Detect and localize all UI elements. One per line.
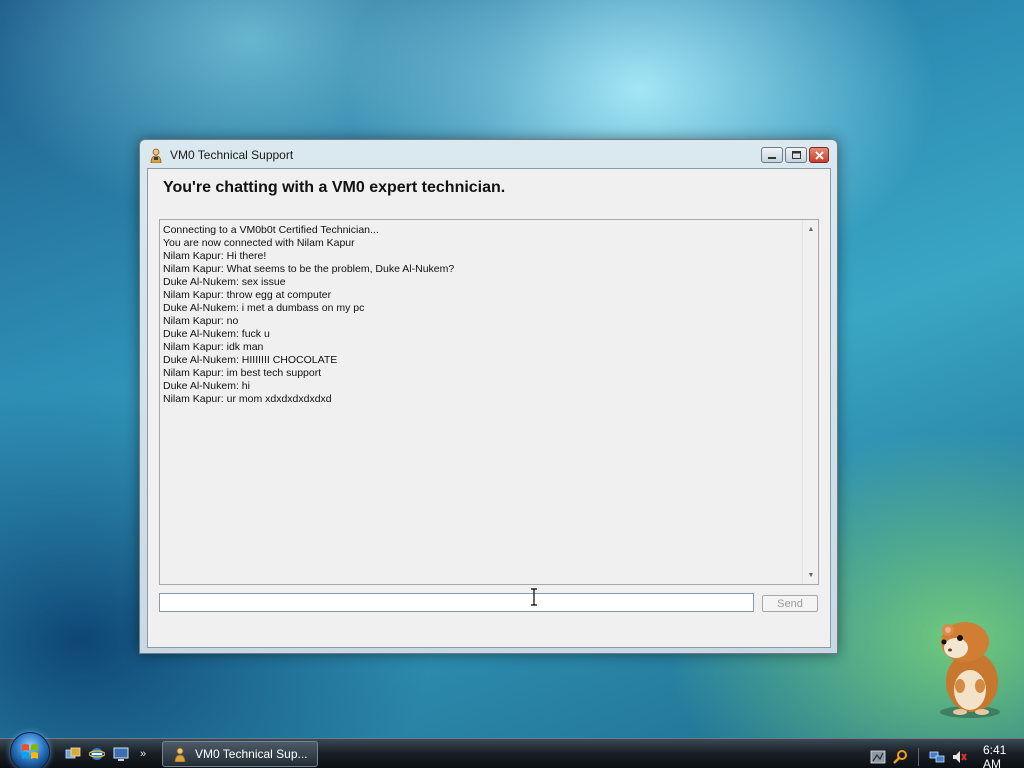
chat-message: Nilam Kapur: What seems to be the proble… bbox=[163, 263, 455, 275]
chat-log[interactable]: Connecting to a VM0b0t Certified Technic… bbox=[159, 219, 819, 585]
volume-muted-icon[interactable] bbox=[951, 749, 967, 765]
close-button[interactable] bbox=[809, 147, 829, 163]
chat-message: Duke Al-Nukem: i met a dumbass on my pc bbox=[163, 302, 365, 314]
chat-message: Nilam Kapur: throw egg at computer bbox=[163, 289, 332, 301]
scroll-down-arrow-icon[interactable]: ▼ bbox=[803, 568, 819, 582]
technician-icon bbox=[171, 745, 189, 763]
chat-message: Duke Al-Nukem: fuck u bbox=[163, 328, 270, 340]
maximize-button[interactable] bbox=[785, 147, 807, 163]
technician-icon bbox=[148, 147, 164, 163]
text-cursor-icon bbox=[531, 588, 537, 606]
send-button[interactable]: Send bbox=[762, 595, 818, 612]
maximize-icon bbox=[791, 151, 801, 159]
taskbar: » VM0 Technical Sup... 6:41 AM bbox=[0, 732, 1024, 768]
chat-message: Duke Al-Nukem: hi bbox=[163, 380, 250, 392]
minimize-icon bbox=[768, 157, 776, 159]
quick-launch-more-chevron[interactable]: » bbox=[140, 748, 146, 760]
switch-windows-icon[interactable] bbox=[64, 745, 82, 763]
chat-message: Nilam Kapur: im best tech support bbox=[163, 367, 322, 379]
title-bar[interactable]: VM0 Technical Support bbox=[140, 140, 837, 170]
chat-message: Nilam Kapur: idk man bbox=[163, 341, 264, 353]
taskbar-window-label: VM0 Technical Sup... bbox=[195, 747, 308, 761]
message-input[interactable] bbox=[159, 593, 754, 612]
clock[interactable]: 6:41 AM bbox=[983, 743, 1024, 768]
chat-message: Duke Al-Nukem: HIIIIIII CHOCOLATE bbox=[163, 354, 338, 366]
minimize-button[interactable] bbox=[761, 147, 783, 163]
window-title: VM0 Technical Support bbox=[170, 148, 294, 162]
chat-message: You are now connected with Nilam Kapur bbox=[163, 237, 355, 249]
chat-message: Duke Al-Nukem: sex issue bbox=[163, 276, 286, 288]
chat-message: Connecting to a VM0b0t Certified Technic… bbox=[163, 224, 379, 236]
chat-heading: You're chatting with a VM0 expert techni… bbox=[163, 179, 506, 196]
hamster-mascot-icon[interactable] bbox=[920, 612, 1010, 722]
scroll-up-arrow-icon[interactable]: ▲ bbox=[803, 222, 819, 236]
chat-scrollbar[interactable]: ▲ ▼ bbox=[802, 220, 818, 584]
close-icon bbox=[814, 150, 824, 160]
chat-transcript: Connecting to a VM0b0t Certified Technic… bbox=[163, 224, 818, 406]
tray-app-icon[interactable] bbox=[870, 749, 886, 765]
search-icon[interactable] bbox=[892, 749, 908, 765]
tray-separator bbox=[918, 748, 919, 766]
internet-explorer-icon[interactable] bbox=[88, 745, 106, 763]
system-tray: 6:41 AM bbox=[870, 743, 1024, 768]
quick-launch-bar: » bbox=[64, 745, 146, 763]
show-desktop-icon[interactable] bbox=[112, 745, 130, 763]
taskbar-window-button[interactable]: VM0 Technical Sup... bbox=[162, 741, 318, 767]
windows-logo-icon bbox=[22, 744, 38, 759]
start-button[interactable] bbox=[10, 732, 50, 768]
network-icon[interactable] bbox=[929, 749, 945, 765]
window-client-area: You're chatting with a VM0 expert techni… bbox=[147, 168, 831, 648]
chat-message: Nilam Kapur: ur mom xdxdxdxdxdxd bbox=[163, 393, 332, 405]
window-controls bbox=[761, 147, 829, 163]
chat-window: VM0 Technical Support You're chatting wi… bbox=[139, 139, 838, 654]
chat-message: Nilam Kapur: no bbox=[163, 315, 239, 327]
chat-message: Nilam Kapur: Hi there! bbox=[163, 250, 267, 262]
